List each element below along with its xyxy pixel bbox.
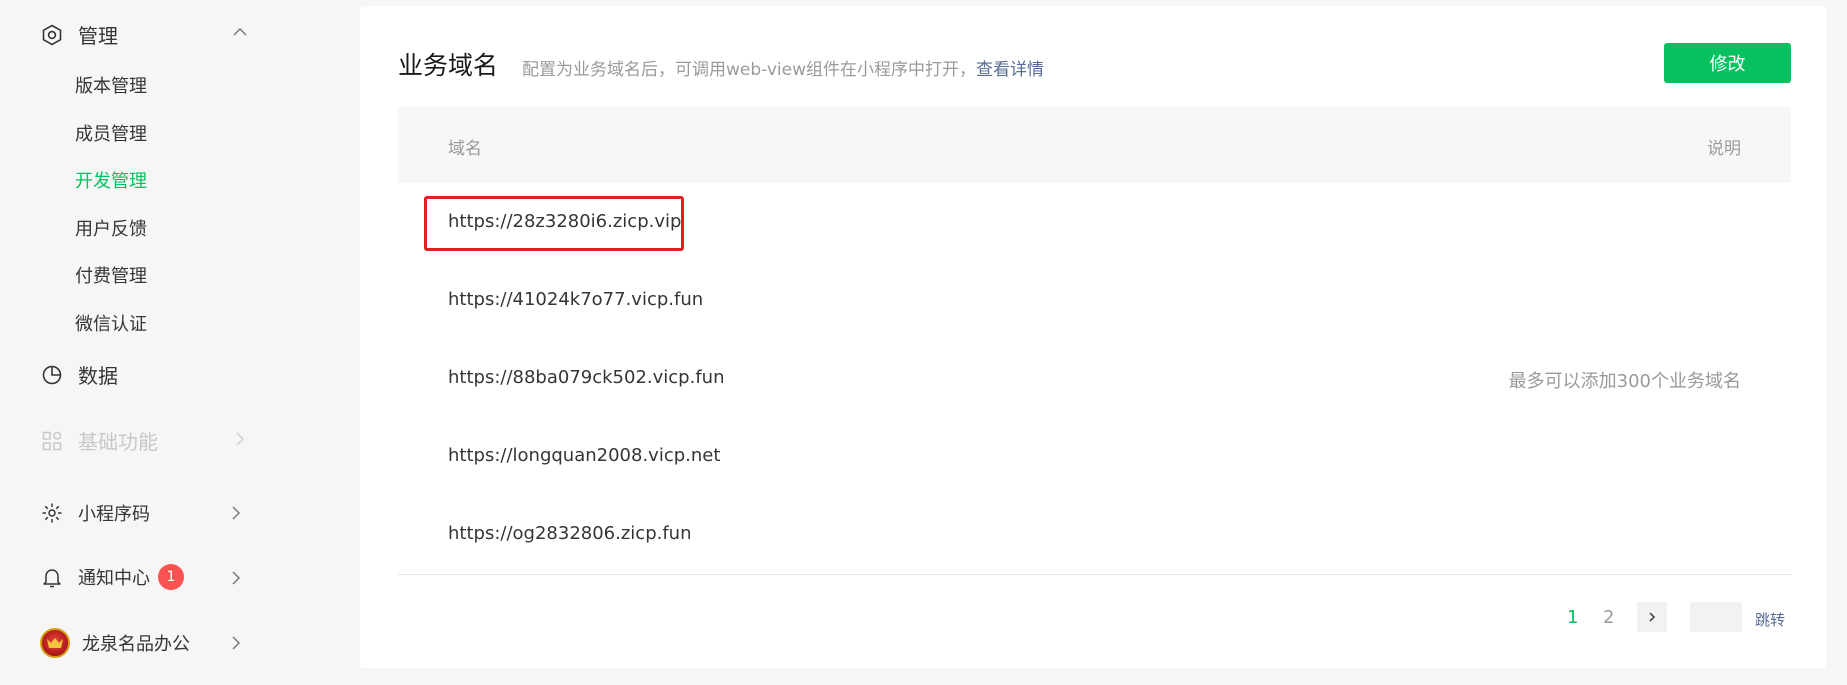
table-header: 域名 说明 <box>398 107 1791 183</box>
chevron-right-icon <box>1649 612 1656 622</box>
table-row: https://41024k7o77.vicp.fun <box>398 261 1791 339</box>
table-row: https://longquan2008.vicp.net <box>398 417 1791 495</box>
chevron-right-icon <box>232 431 248 447</box>
sidebar-item-wechat-auth[interactable]: 微信认证 <box>75 310 147 336</box>
sidebar-group-account-label: 龙泉名品办公 <box>82 634 190 655</box>
sidebar-item-version[interactable]: 版本管理 <box>75 72 147 98</box>
table-body: https://28z3280i6.zicp.vip https://41024… <box>398 183 1791 575</box>
sidebar-group-notify[interactable]: 通知中心 1 <box>40 564 184 590</box>
chevron-right-icon[interactable] <box>228 570 244 586</box>
notification-badge: 1 <box>158 564 184 590</box>
domain-cell: https://longquan2008.vicp.net <box>448 445 721 466</box>
sidebar-item-development[interactable]: 开发管理 <box>75 167 147 193</box>
sidebar: 管理 版本管理 成员管理 开发管理 用户反馈 付费管理 微信认证 数据 基础功能 <box>0 0 330 685</box>
sidebar-group-manage[interactable]: 管理 <box>40 20 118 49</box>
grid-apps-icon <box>40 429 64 453</box>
settings-hexagon-icon <box>40 23 64 47</box>
avatar <box>40 628 70 658</box>
page-2-button[interactable]: 2 <box>1603 607 1614 628</box>
domain-table: 域名 说明 https://28z3280i6.zicp.vip https:/… <box>398 107 1791 575</box>
sidebar-group-data-label: 数据 <box>78 364 118 388</box>
table-row: https://28z3280i6.zicp.vip <box>398 183 1791 261</box>
page-jump-button[interactable]: 跳转 <box>1755 609 1785 630</box>
sidebar-group-data[interactable]: 数据 <box>40 360 118 389</box>
business-domain-card: 业务域名 配置为业务域名后，可调用web-view组件在小程序中打开，查看详情 … <box>360 6 1826 668</box>
sidebar-group-qrcode[interactable]: 小程序码 <box>40 500 150 526</box>
table-row: https://og2832806.zicp.fun <box>398 495 1791 573</box>
column-header-domain: 域名 <box>448 139 482 159</box>
column-header-desc: 说明 <box>1707 139 1741 159</box>
sidebar-group-account[interactable]: 龙泉名品办公 <box>40 628 190 658</box>
bell-icon <box>40 565 64 589</box>
sidebar-item-feedback[interactable]: 用户反馈 <box>75 215 147 241</box>
pie-chart-icon <box>40 363 64 387</box>
mini-program-code-icon <box>40 501 64 525</box>
sidebar-item-members[interactable]: 成员管理 <box>75 120 147 146</box>
page-title: 业务域名 <box>398 51 499 80</box>
sidebar-group-notify-label: 通知中心 <box>78 568 150 589</box>
chevron-right-icon[interactable] <box>228 635 244 651</box>
domain-cell: https://og2832806.zicp.fun <box>448 523 692 544</box>
sidebar-group-basic-label: 基础功能 <box>78 430 158 454</box>
sidebar-group-manage-label: 管理 <box>78 24 118 48</box>
view-details-link[interactable]: 查看详情 <box>976 60 1044 80</box>
domain-cell: https://28z3280i6.zicp.vip <box>448 211 682 232</box>
description-text: 配置为业务域名后，可调用web-view组件在小程序中打开， <box>522 60 976 80</box>
next-page-button[interactable] <box>1637 602 1667 632</box>
table-row: https://88ba079ck502.vicp.fun 最多可以添加300个… <box>398 339 1791 417</box>
domain-cell: https://41024k7o77.vicp.fun <box>448 289 704 310</box>
chevron-up-icon[interactable] <box>232 24 248 40</box>
chevron-right-icon[interactable] <box>228 505 244 521</box>
desc-cell: 最多可以添加300个业务域名 <box>1508 371 1741 392</box>
section-description: 配置为业务域名后，可调用web-view组件在小程序中打开，查看详情 <box>522 55 1044 80</box>
page-1-button[interactable]: 1 <box>1567 607 1578 628</box>
edit-button[interactable]: 修改 <box>1664 43 1791 83</box>
sidebar-item-payment[interactable]: 付费管理 <box>75 262 147 288</box>
pagination: 1 2 跳转 <box>360 599 1826 639</box>
page-jump-input[interactable] <box>1690 602 1742 632</box>
domain-cell: https://88ba079ck502.vicp.fun <box>448 367 725 388</box>
sidebar-group-qrcode-label: 小程序码 <box>78 504 150 525</box>
app: 管理 版本管理 成员管理 开发管理 用户反馈 付费管理 微信认证 数据 基础功能 <box>0 0 1847 685</box>
sidebar-group-basic[interactable]: 基础功能 <box>40 426 158 455</box>
